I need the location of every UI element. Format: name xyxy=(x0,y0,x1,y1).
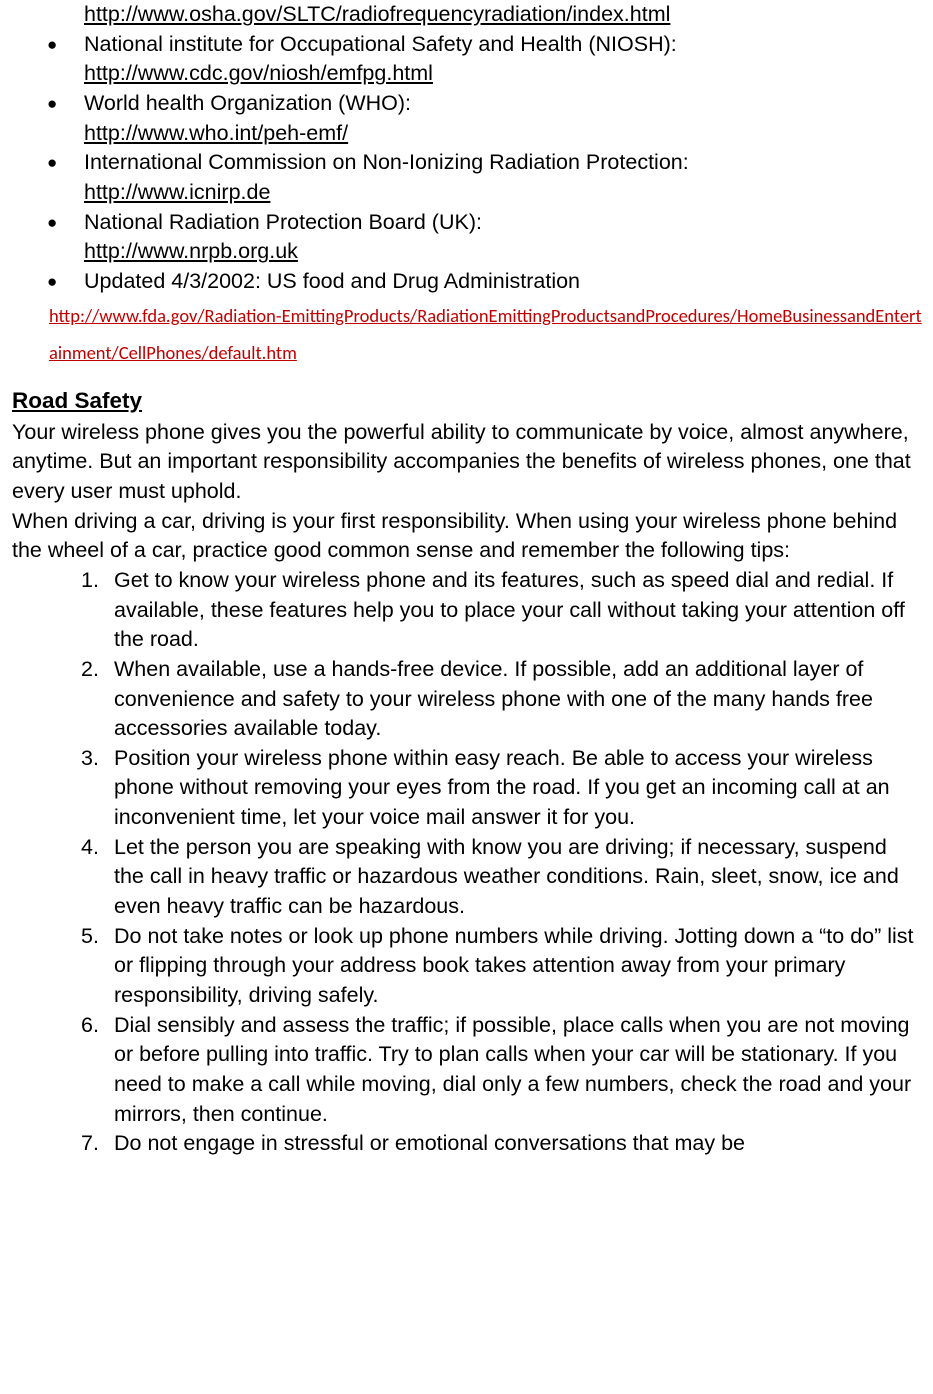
tip-item: Get to know your wireless phone and its … xyxy=(114,566,925,655)
list-item: World health Organization (WHO): http://… xyxy=(84,89,925,148)
road-safety-para-1: Your wireless phone gives you the powerf… xyxy=(12,418,925,507)
list-item-text: World health Organization (WHO): xyxy=(84,91,411,115)
resource-list: National institute for Occupational Safe… xyxy=(12,30,925,371)
tip-item: Dial sensibly and assess the traffic; if… xyxy=(114,1011,925,1130)
tip-item: Do not engage in stressful or emotional … xyxy=(114,1129,925,1159)
list-item-text: Updated 4/3/2002: US food and Drug Admin… xyxy=(84,269,580,293)
list-item-text: National institute for Occupational Safe… xyxy=(84,32,677,56)
list-item: National Radiation Protection Board (UK)… xyxy=(84,208,925,267)
list-item: Updated 4/3/2002: US food and Drug Admin… xyxy=(84,267,925,371)
tip-item: Do not take notes or look up phone numbe… xyxy=(114,922,925,1011)
list-item-text: National Radiation Protection Board (UK)… xyxy=(84,210,482,234)
road-safety-heading: Road Safety xyxy=(12,385,925,416)
fda-link[interactable]: http://www.fda.gov/Radiation-EmittingPro… xyxy=(49,304,922,364)
niosh-link[interactable]: http://www.cdc.gov/niosh/emfpg.html xyxy=(84,61,433,85)
who-link[interactable]: http://www.who.int/peh-emf/ xyxy=(84,121,348,145)
tip-item: When available, use a hands-free device.… xyxy=(114,655,925,744)
list-item: National institute for Occupational Safe… xyxy=(84,30,925,89)
tips-list: Get to know your wireless phone and its … xyxy=(12,566,925,1159)
road-safety-para-2: When driving a car, driving is your firs… xyxy=(12,507,925,566)
icnirp-link[interactable]: http://www.icnirp.de xyxy=(84,180,270,204)
tip-item: Position your wireless phone within easy… xyxy=(114,744,925,833)
list-item: International Commission on Non-Ionizing… xyxy=(84,148,925,207)
osha-link[interactable]: http://www.osha.gov/SLTC/radiofrequencyr… xyxy=(84,0,925,30)
nrpb-link[interactable]: http://www.nrpb.org.uk xyxy=(84,239,298,263)
list-item-text: International Commission on Non-Ionizing… xyxy=(84,150,689,174)
tip-item: Let the person you are speaking with kno… xyxy=(114,833,925,922)
